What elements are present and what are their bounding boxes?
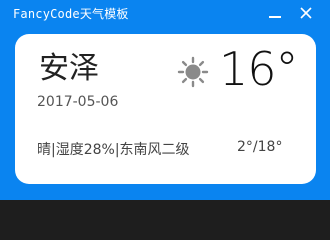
city-name: 安泽 [39, 51, 99, 86]
weather-details: 晴|湿度28%|东南风二级 [37, 142, 190, 158]
sun-icon [177, 56, 209, 88]
minimize-icon [269, 16, 281, 18]
weather-window: FancyCode天气模板 安泽 2017-05-06 16° 晴|湿度28%|… [0, 0, 330, 200]
close-icon [300, 7, 312, 19]
minimize-button[interactable] [262, 2, 288, 24]
weather-date: 2017-05-06 [37, 94, 119, 110]
temperature-range: 2°/18° [237, 139, 283, 155]
window-title: FancyCode天气模板 [13, 7, 129, 21]
title-bar[interactable]: FancyCode天气模板 [0, 0, 330, 26]
close-button[interactable] [293, 2, 319, 24]
current-temperature: 16° [219, 42, 299, 96]
weather-card: 安泽 2017-05-06 16° 晴|湿度28%|东南风二级 2°/18° [15, 34, 316, 184]
